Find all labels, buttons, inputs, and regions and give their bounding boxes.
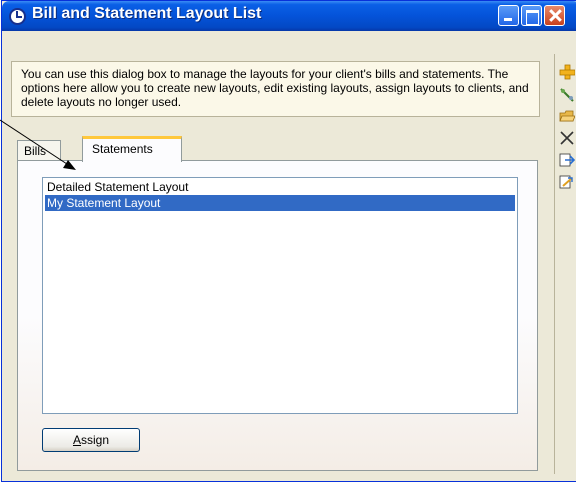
assign-label: ssign <box>81 433 110 447</box>
maximize-button[interactable] <box>521 5 542 26</box>
assign-button[interactable]: Assign <box>42 428 140 452</box>
minimize-button[interactable] <box>498 5 519 26</box>
description-panel: You can use this dialog box to manage th… <box>11 61 540 117</box>
dialog-window: Bill and Statement Layout List You can u… <box>1 0 576 482</box>
assign-mnemonic: A <box>72 433 81 447</box>
add-icon[interactable] <box>559 64 575 80</box>
tab-statements[interactable]: Statements <box>82 136 182 162</box>
open-folder-icon[interactable] <box>559 108 575 124</box>
right-toolbar <box>554 54 576 474</box>
assign-layout-icon[interactable] <box>559 174 575 190</box>
list-item[interactable]: Detailed Statement Layout <box>45 179 515 195</box>
title-bar[interactable]: Bill and Statement Layout List <box>2 1 576 31</box>
layout-listbox[interactable]: Detailed Statement Layout My Statement L… <box>42 177 518 414</box>
close-button[interactable] <box>544 5 565 26</box>
delete-icon[interactable] <box>559 130 575 146</box>
window-title: Bill and Statement Layout List <box>32 5 262 22</box>
statements-tab-panel: Detailed Statement Layout My Statement L… <box>17 160 538 471</box>
clock-icon <box>9 8 26 25</box>
edit-icon[interactable] <box>559 86 575 102</box>
tab-bills[interactable]: Bills <box>17 140 61 160</box>
list-item[interactable]: My Statement Layout <box>45 195 515 211</box>
copy-layout-icon[interactable] <box>559 152 575 168</box>
